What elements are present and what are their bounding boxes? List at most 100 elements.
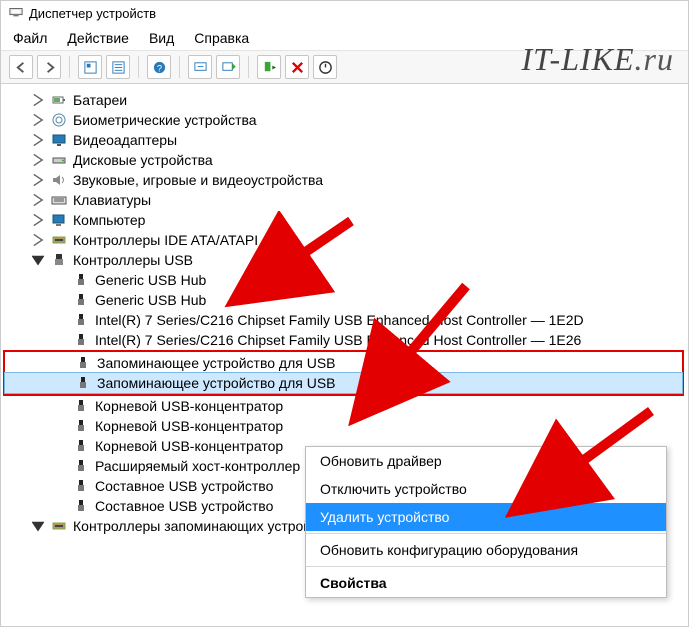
tree-item-usb-host-controller[interactable]: Intel(R) 7 Series/C216 Chipset Family US… (3, 330, 684, 350)
ctx-separator (306, 566, 666, 567)
tree-label: Контроллеры запоминающих устройств (73, 516, 332, 536)
chevron-down-icon[interactable] (31, 519, 45, 533)
chevron-right-icon[interactable] (31, 173, 45, 187)
tree-item-usb-storage-selected[interactable]: Запоминающее устройство для USB (5, 373, 682, 393)
usb-plug-icon (75, 355, 91, 371)
tree-item-biometric[interactable]: Биометрические устройства (3, 110, 684, 130)
computer-icon (51, 212, 67, 228)
tree-item-keyboards[interactable]: Клавиатуры (3, 190, 684, 210)
chevron-down-icon[interactable] (31, 253, 45, 267)
watermark-suffix: .ru (635, 41, 674, 77)
show-hidden-button[interactable] (78, 55, 102, 79)
tree-item-usb-host-controller[interactable]: Intel(R) 7 Series/C216 Chipset Family US… (3, 310, 684, 330)
ctx-delete-device[interactable]: Удалить устройство (306, 503, 666, 531)
chevron-right-icon[interactable] (31, 133, 45, 147)
ctx-separator (306, 533, 666, 534)
tree-label: Запоминающее устройство для USB (97, 373, 336, 393)
tree-label: Intel(R) 7 Series/C216 Chipset Family US… (95, 330, 581, 350)
tree-item-disks[interactable]: Дисковые устройства (3, 150, 684, 170)
tree-item-usb-hub[interactable]: Generic USB Hub (3, 290, 684, 310)
usb-plug-icon (73, 272, 89, 288)
usb-plug-icon (75, 375, 91, 391)
speaker-icon (51, 172, 67, 188)
device-manager-icon (9, 5, 23, 22)
drive-icon (51, 152, 67, 168)
usb-plug-icon (73, 418, 89, 434)
usb-plug-icon (73, 398, 89, 414)
tree-item-usb-root-hub[interactable]: Корневой USB-концентратор (3, 416, 684, 436)
tree-item-ide[interactable]: Контроллеры IDE ATA/ATAPI (3, 230, 684, 250)
svg-text:?: ? (156, 63, 161, 73)
usb-plug-icon (73, 478, 89, 494)
tree-label: Расширяемый хост-контроллер (95, 456, 300, 476)
ctx-properties[interactable]: Свойства (306, 569, 666, 597)
tree-label: Контроллеры USB (73, 250, 193, 270)
tree-item-usb-root-hub[interactable]: Корневой USB-концентратор (3, 396, 684, 416)
tree-label: Биометрические устройства (73, 110, 257, 130)
tree-label: Intel(R) 7 Series/C216 Chipset Family US… (95, 310, 584, 330)
tree-label: Корневой USB-концентратор (95, 396, 283, 416)
window-title: Диспетчер устройств (29, 6, 156, 21)
chevron-right-icon[interactable] (31, 213, 45, 227)
usb-plug-icon (73, 312, 89, 328)
tree-label: Батареи (73, 90, 127, 110)
tree-label: Компьютер (73, 210, 145, 230)
usb-plug-icon (73, 458, 89, 474)
ctx-disable-device[interactable]: Отключить устройство (306, 475, 666, 503)
tree-label: Корневой USB-концентратор (95, 416, 283, 436)
chevron-right-icon[interactable] (31, 93, 45, 107)
help-button[interactable]: ? (147, 55, 171, 79)
ctx-update-driver[interactable]: Обновить драйвер (306, 447, 666, 475)
keyboard-icon (51, 192, 67, 208)
uninstall-button[interactable] (285, 55, 309, 79)
tree-item-usb-controllers[interactable]: Контроллеры USB (3, 250, 684, 270)
tree-label: Generic USB Hub (95, 290, 206, 310)
forward-button[interactable] (37, 55, 61, 79)
usb-plug-icon (73, 292, 89, 308)
controller-icon (51, 518, 67, 534)
titlebar: Диспетчер устройств (1, 1, 688, 26)
menu-file[interactable]: Файл (13, 30, 47, 46)
chevron-right-icon[interactable] (31, 153, 45, 167)
properties-button[interactable] (106, 55, 130, 79)
tree-label: Звуковые, игровые и видеоустройства (73, 170, 323, 190)
tree-item-usb-storage[interactable]: Запоминающее устройство для USB (5, 353, 682, 373)
toolbar-divider (248, 56, 249, 78)
chevron-right-icon[interactable] (31, 113, 45, 127)
fingerprint-icon (51, 112, 67, 128)
menu-action[interactable]: Действие (67, 30, 129, 46)
install-button[interactable] (257, 55, 281, 79)
tree-item-usb-hub[interactable]: Generic USB Hub (3, 270, 684, 290)
ctx-scan-hardware[interactable]: Обновить конфигурацию оборудования (306, 536, 666, 564)
battery-icon (51, 92, 67, 108)
menu-help[interactable]: Справка (194, 30, 249, 46)
disable-button[interactable] (313, 55, 337, 79)
tree-label: Составное USB устройство (95, 476, 273, 496)
tree-label: Запоминающее устройство для USB (97, 353, 336, 373)
usb-plug-icon (73, 438, 89, 454)
chevron-right-icon[interactable] (31, 233, 45, 247)
highlight-box: Запоминающее устройство для USB Запомина… (3, 350, 684, 396)
chevron-right-icon[interactable] (31, 193, 45, 207)
menu-view[interactable]: Вид (149, 30, 174, 46)
controller-icon (51, 232, 67, 248)
back-button[interactable] (9, 55, 33, 79)
toolbar-divider (69, 56, 70, 78)
tree-label: Дисковые устройства (73, 150, 213, 170)
update-driver-button[interactable] (216, 55, 240, 79)
tree-item-computer[interactable]: Компьютер (3, 210, 684, 230)
tree-item-batteries[interactable]: Батареи (3, 90, 684, 110)
context-menu: Обновить драйвер Отключить устройство Уд… (305, 446, 667, 598)
toolbar-divider (138, 56, 139, 78)
tree-label: Составное USB устройство (95, 496, 273, 516)
tree-item-video[interactable]: Видеоадаптеры (3, 130, 684, 150)
usb-plug-icon (73, 498, 89, 514)
display-icon (51, 132, 67, 148)
usb-icon (51, 252, 67, 268)
tree-label: Корневой USB-концентратор (95, 436, 283, 456)
toolbar-divider (179, 56, 180, 78)
tree-label: Контроллеры IDE ATA/ATAPI (73, 230, 258, 250)
watermark-main: IT-LIKE (521, 41, 634, 77)
tree-item-audio[interactable]: Звуковые, игровые и видеоустройства (3, 170, 684, 190)
scan-button[interactable] (188, 55, 212, 79)
